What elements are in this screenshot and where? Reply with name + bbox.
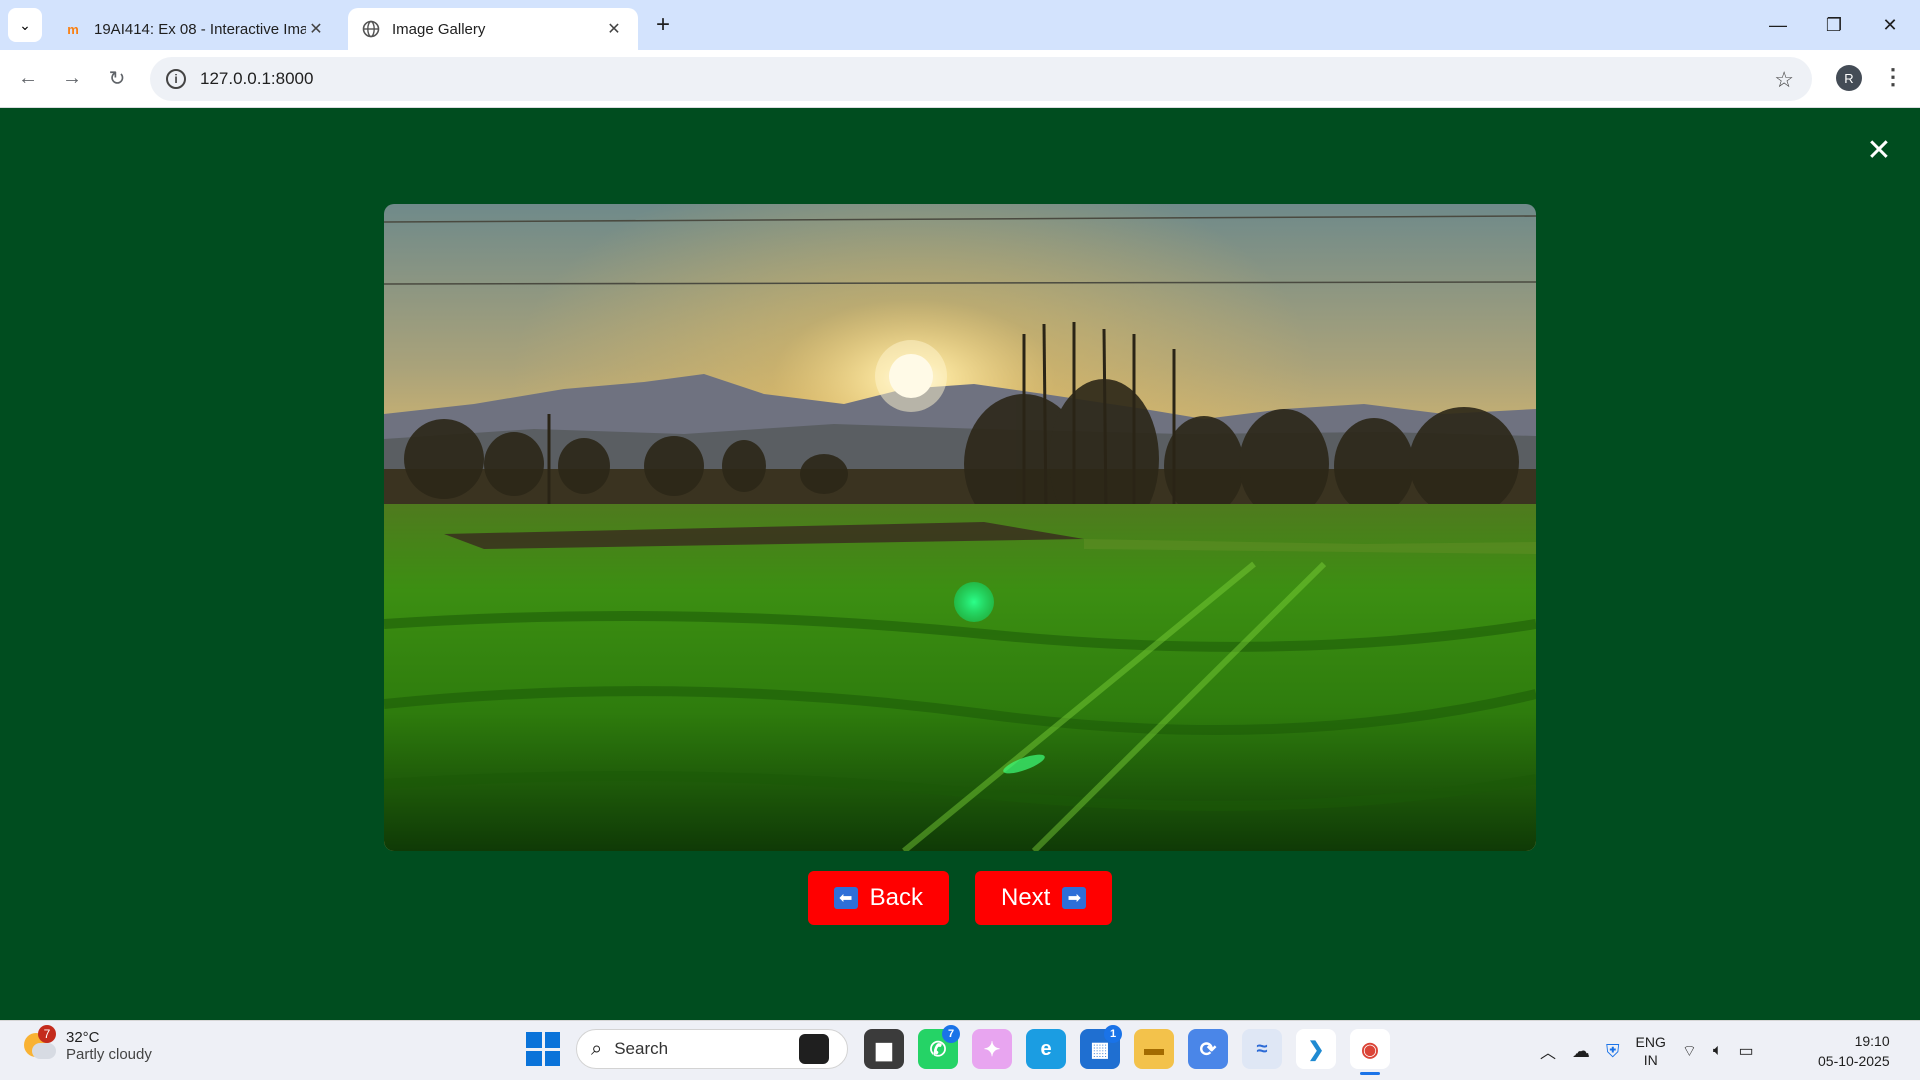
file-explorer-icon: ▬ xyxy=(1144,1037,1164,1060)
tab-title: Image Gallery xyxy=(392,20,486,38)
cirrus-taskbar-icon[interactable]: ≈ xyxy=(1242,1029,1282,1069)
security-shield-icon[interactable]: ⛨ xyxy=(1606,1041,1620,1062)
copilot-icon: ✦ xyxy=(983,1038,1001,1061)
edge-icon: e xyxy=(1040,1037,1052,1060)
url-text: 127.0.0.1:8000 xyxy=(200,69,314,88)
tab-moodle[interactable]: m 19AI414: Ex 08 - Interactive Ima ✕ xyxy=(50,8,340,50)
notification-badge: 1 xyxy=(1104,1025,1122,1043)
search-placeholder: Search xyxy=(614,1039,669,1058)
chevron-up-icon[interactable]: ︿ xyxy=(1540,1039,1556,1063)
more-menu-icon[interactable]: ⋮ xyxy=(1882,64,1904,90)
back-button-label: Back xyxy=(869,884,923,911)
chrome-icon: ◉ xyxy=(1361,1038,1379,1061)
search-icon: ⌕ xyxy=(591,1037,603,1060)
landscape-photo xyxy=(384,204,1536,851)
taskbar-apps: ⌕ Search ▆ ✆ 7 ✦ e ▦ 1 ▬ ⟳ ≈ ❯ ◉ xyxy=(526,1025,1390,1075)
battery-icon[interactable]: ▭ xyxy=(1739,1041,1754,1061)
reload-icon[interactable]: ↻ xyxy=(101,62,133,94)
weather-temp: 32°C xyxy=(66,1029,100,1046)
address-bar[interactable]: i 127.0.0.1:8000 ☆ xyxy=(150,57,1812,101)
tab-image-gallery[interactable]: Image Gallery ✕ xyxy=(348,8,638,50)
task-view-taskbar-icon[interactable]: ▆ xyxy=(864,1029,904,1069)
bookmark-star-icon[interactable]: ☆ xyxy=(1774,67,1794,93)
minimize-icon[interactable]: — xyxy=(1750,0,1806,50)
windows-taskbar: 7 32°C Partly cloudy ⌕ Search ▆ ✆ 7 ✦ e ▦ 1 ▬ ⟳ ≈… xyxy=(0,1020,1920,1080)
tab-search-button[interactable]: ⌄ xyxy=(8,8,42,42)
notification-badge: 7 xyxy=(942,1025,960,1043)
close-tab-icon[interactable]: ✕ xyxy=(306,19,326,39)
clock-time: 19:10 xyxy=(1854,1033,1890,1049)
globe-icon xyxy=(362,20,380,38)
right-arrow-icon: ➡ xyxy=(1062,887,1087,909)
chevron-down-icon: ⌄ xyxy=(19,16,31,33)
left-arrow-icon: ⬅ xyxy=(833,887,858,909)
profile-avatar[interactable]: R xyxy=(1836,65,1862,91)
sync-app-taskbar-icon[interactable]: ⟳ xyxy=(1188,1029,1228,1069)
file-explorer-taskbar-icon[interactable]: ▬ xyxy=(1134,1029,1174,1069)
copilot-taskbar-icon[interactable]: ✦ xyxy=(972,1029,1012,1069)
vscode-icon: ❯ xyxy=(1307,1038,1325,1061)
back-nav-icon[interactable]: ← xyxy=(12,62,44,94)
site-info-icon[interactable]: i xyxy=(166,69,186,89)
restore-icon[interactable]: ❐ xyxy=(1806,0,1862,50)
onedrive-icon[interactable]: ☁ xyxy=(1572,1041,1590,1062)
forward-nav-icon[interactable]: → xyxy=(56,62,88,94)
language-indicator[interactable]: ENG IN xyxy=(1636,1033,1666,1069)
browser-toolbar: ← → ↻ i 127.0.0.1:8000 ☆ R ⋮ xyxy=(0,50,1920,108)
chrome-taskbar-icon[interactable]: ◉ xyxy=(1350,1029,1390,1075)
whatsapp-taskbar-icon[interactable]: ✆ 7 xyxy=(918,1025,960,1069)
gallery-controls: ⬅ Back Next ➡ xyxy=(0,871,1920,925)
weather-condition: Partly cloudy xyxy=(66,1046,152,1063)
moodle-icon: m xyxy=(67,21,79,37)
language-line1: ENG xyxy=(1635,1034,1666,1050)
weather-badge: 7 xyxy=(38,1025,56,1043)
store-taskbar-icon[interactable]: ▦ 1 xyxy=(1080,1025,1122,1069)
gallery-page: ✕ ⬅ Back Next ➡ xyxy=(0,109,1920,1020)
system-tray: ︿ ☁ ⛨ ENG IN ⌔ 🔈︎ ▭ xyxy=(1540,1031,1754,1071)
taskbar-search[interactable]: ⌕ Search xyxy=(576,1029,848,1069)
search-highlight-icon xyxy=(799,1034,829,1064)
clock[interactable]: 19:10 05-10-2025 xyxy=(1818,1031,1890,1071)
sync-app-icon: ⟳ xyxy=(1199,1038,1217,1061)
next-button[interactable]: Next ➡ xyxy=(975,871,1113,925)
start-button[interactable] xyxy=(526,1032,560,1066)
window-close-icon[interactable]: ✕ xyxy=(1862,0,1918,50)
clock-date: 05-10-2025 xyxy=(1818,1053,1890,1069)
close-lightbox-icon[interactable]: ✕ xyxy=(1864,134,1894,167)
wifi-icon[interactable]: ⌔ xyxy=(1682,1041,1697,1061)
weather-widget[interactable]: 7 32°C Partly cloudy xyxy=(22,1025,152,1063)
next-button-label: Next xyxy=(1001,884,1051,911)
tab-title: 19AI414: Ex 08 - Interactive Ima xyxy=(94,20,306,38)
language-line2: IN xyxy=(1643,1052,1658,1068)
tab-strip: ⌄ m 19AI414: Ex 08 - Interactive Ima ✕ I… xyxy=(0,0,1920,50)
task-view-icon: ▆ xyxy=(876,1038,892,1061)
volume-icon[interactable]: 🔈︎ xyxy=(1713,1042,1723,1060)
new-tab-button[interactable]: + xyxy=(650,11,676,38)
close-tab-icon[interactable]: ✕ xyxy=(604,19,624,39)
vscode-taskbar-icon[interactable]: ❯ xyxy=(1296,1029,1336,1069)
cirrus-icon: ≈ xyxy=(1256,1037,1268,1060)
gallery-image xyxy=(384,204,1536,851)
partly-cloudy-icon: 7 xyxy=(22,1025,56,1063)
back-button[interactable]: ⬅ Back xyxy=(807,871,949,925)
edge-taskbar-icon[interactable]: e xyxy=(1026,1029,1066,1069)
